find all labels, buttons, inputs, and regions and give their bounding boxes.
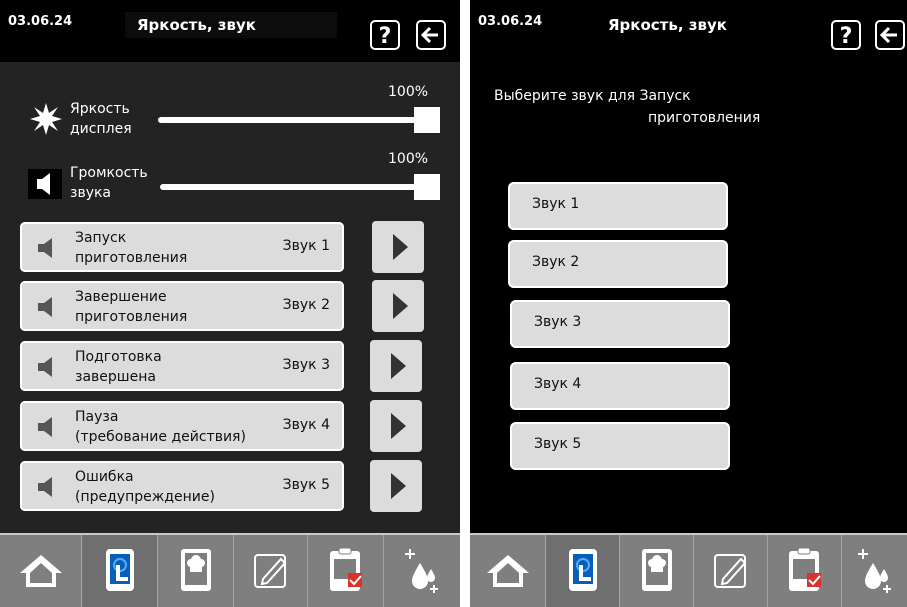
sound-row-error[interactable]: Ошибка (предупреждение) Звук 5 [20,461,344,511]
selected-sound: Звук 2 [282,297,330,313]
sound-error-select-button[interactable] [370,460,422,512]
sound-event-label: Запуск приготовления [75,230,188,266]
brightness-slider[interactable] [158,117,428,123]
top-bar: 03.06.24 Яркость, звук ? [470,0,907,62]
cookbook-icon [641,549,672,591]
play-arrow-icon [393,293,408,319]
back-button[interactable] [416,20,446,50]
sound-row-pause[interactable]: Пауза (требование действия) Звук 4 [20,401,344,451]
arrow-left-icon [879,26,897,44]
nav-cookbook[interactable] [158,535,234,607]
sound-row-finish[interactable]: Завершение приготовления Звук 2 [20,281,344,331]
sound-event-label: Пауза (требование действия) [75,409,246,445]
nav-checklist[interactable] [768,535,842,607]
volume-percent: 100% [388,151,429,167]
selected-sound: Звук 1 [282,238,330,254]
nav-cleaning[interactable] [842,535,907,607]
volume-slider[interactable] [160,184,430,190]
select-prompt-line2: приготовления [648,110,761,126]
sound-row-ready[interactable]: Подготовка завершена Звук 3 [20,341,344,391]
home-icon [486,555,529,587]
sound-settings-panel: 03.06.24 Яркость, звук ? Яркость дисплея … [0,0,460,607]
sound-option-label: Звук 2 [532,254,580,270]
help-button[interactable]: ? [370,20,400,50]
nav-touch-mode[interactable] [82,535,158,607]
sound-pause-select-button[interactable] [370,400,422,452]
sound-finish-select-button[interactable] [372,280,424,332]
speaker-icon [38,238,52,258]
help-button[interactable]: ? [831,20,861,50]
speaker-icon [38,357,52,377]
nav-cookbook[interactable] [620,535,694,607]
back-button[interactable] [875,20,905,50]
bottom-nav-bar [470,533,907,607]
speaker-icon [38,477,52,497]
top-bar: 03.06.24 Яркость, звук ? [0,0,460,62]
sound-event-label: Завершение приготовления [75,289,188,325]
cleaning-drops-icon [857,549,891,593]
question-icon: ? [379,24,392,48]
svg-text:?: ? [379,24,392,48]
home-icon [19,555,62,587]
play-arrow-icon [391,473,406,499]
question-icon: ? [840,24,853,48]
edit-icon [713,554,746,588]
sound-option-label: Звук 1 [532,196,580,212]
nav-home[interactable] [0,535,82,607]
brightness-percent: 100% [388,84,429,100]
sound-option-label: Звук 3 [534,314,582,330]
nav-touch-mode[interactable] [546,535,620,607]
page-title: Яркость, звук [125,12,337,38]
selected-sound: Звук 5 [282,477,330,493]
volume-label: Громкость звука [70,165,148,201]
sound-option-4[interactable]: Звук 4 [510,362,730,410]
svg-text:?: ? [840,24,853,48]
sound-start-select-button[interactable] [372,221,424,273]
sound-option-5[interactable]: Звук 5 [510,422,730,470]
sound-option-2[interactable]: Звук 2 [508,240,728,288]
speaker-icon [38,297,52,317]
selected-sound: Звук 4 [282,417,330,433]
touch-tablet-icon [105,549,134,591]
nav-edit[interactable] [234,535,308,607]
play-arrow-icon [391,353,406,379]
sound-option-label: Звук 5 [534,436,582,452]
nav-cleaning[interactable] [384,535,460,607]
selected-sound: Звук 3 [282,357,330,373]
volume-slider-handle[interactable] [414,174,440,200]
speaker-icon [38,417,52,437]
nav-checklist[interactable] [308,535,384,607]
clipboard-check-icon [329,547,362,591]
play-arrow-icon [393,234,408,260]
date-label: 03.06.24 [8,14,73,29]
touch-tablet-icon [568,549,597,591]
bottom-nav-bar [0,533,460,607]
volume-icon [28,169,62,199]
sound-event-label: Ошибка (предупреждение) [75,469,215,505]
arrow-left-icon [420,26,438,44]
sound-ready-select-button[interactable] [370,340,422,392]
cleaning-drops-icon [405,549,438,593]
date-label: 03.06.24 [478,14,543,29]
play-arrow-icon [391,413,406,439]
page-title: Яркость, звук [596,12,758,38]
brightness-slider-handle[interactable] [414,107,440,133]
brightness-label: Яркость дисплея [70,101,132,137]
sound-option-3[interactable]: Звук 3 [510,300,730,348]
nav-home[interactable] [470,535,546,607]
sound-row-start[interactable]: Запуск приготовления Звук 1 [20,222,344,272]
sound-option-label: Звук 4 [534,376,582,392]
sound-event-label: Подготовка завершена [75,349,162,385]
sound-select-panel: 03.06.24 Яркость, звук ? Выберите звук д… [470,0,907,607]
edit-icon [253,554,286,588]
clipboard-check-icon [788,547,821,591]
nav-edit[interactable] [694,535,768,607]
brightness-icon [30,103,62,135]
select-prompt-line1: Выберите звук для Запуск [494,88,691,104]
cookbook-icon [180,549,211,591]
sound-option-1[interactable]: Звук 1 [508,182,728,230]
